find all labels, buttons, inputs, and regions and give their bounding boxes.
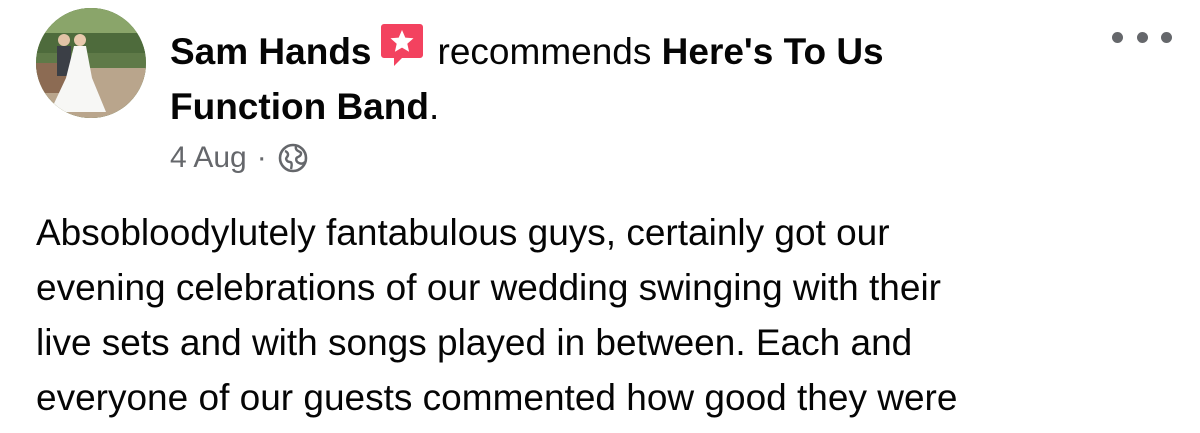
post-body-line: everyone of our guests commented how goo… bbox=[36, 377, 958, 418]
recommendation-post: Sam Hands recommends Here's To Us Functio… bbox=[0, 0, 1200, 433]
more-dot-1 bbox=[1112, 31, 1123, 43]
avatar-photo bbox=[36, 8, 146, 118]
globe-icon[interactable] bbox=[277, 142, 309, 174]
page-name-part1: Here's To Us bbox=[661, 31, 884, 72]
more-dot-2 bbox=[1136, 31, 1148, 43]
author-name[interactable]: Sam Hands bbox=[170, 31, 372, 72]
post-body-line: evening celebrations of our wedding swin… bbox=[36, 267, 941, 308]
author-avatar[interactable] bbox=[36, 8, 146, 118]
recommend-star-icon bbox=[380, 22, 424, 68]
post-meta: 4 Aug · bbox=[170, 138, 309, 178]
post-header: Sam Hands recommends Here's To Us Functio… bbox=[170, 22, 1050, 134]
post-body-line: live sets and with songs played in betwe… bbox=[36, 322, 913, 363]
post-date[interactable]: 4 Aug bbox=[170, 138, 247, 178]
more-options-icon[interactable] bbox=[1112, 22, 1172, 52]
post-body-line: Absobloodylutely fantabulous guys, certa… bbox=[36, 212, 890, 253]
more-dot-3 bbox=[1161, 31, 1172, 43]
post-body: Absobloodylutely fantabulous guys, certa… bbox=[36, 205, 1176, 425]
meta-separator: · bbox=[256, 141, 267, 174]
recommends-text: recommends bbox=[437, 31, 652, 72]
header-period: . bbox=[428, 86, 440, 127]
page-name-part2: Function Band bbox=[170, 86, 429, 127]
